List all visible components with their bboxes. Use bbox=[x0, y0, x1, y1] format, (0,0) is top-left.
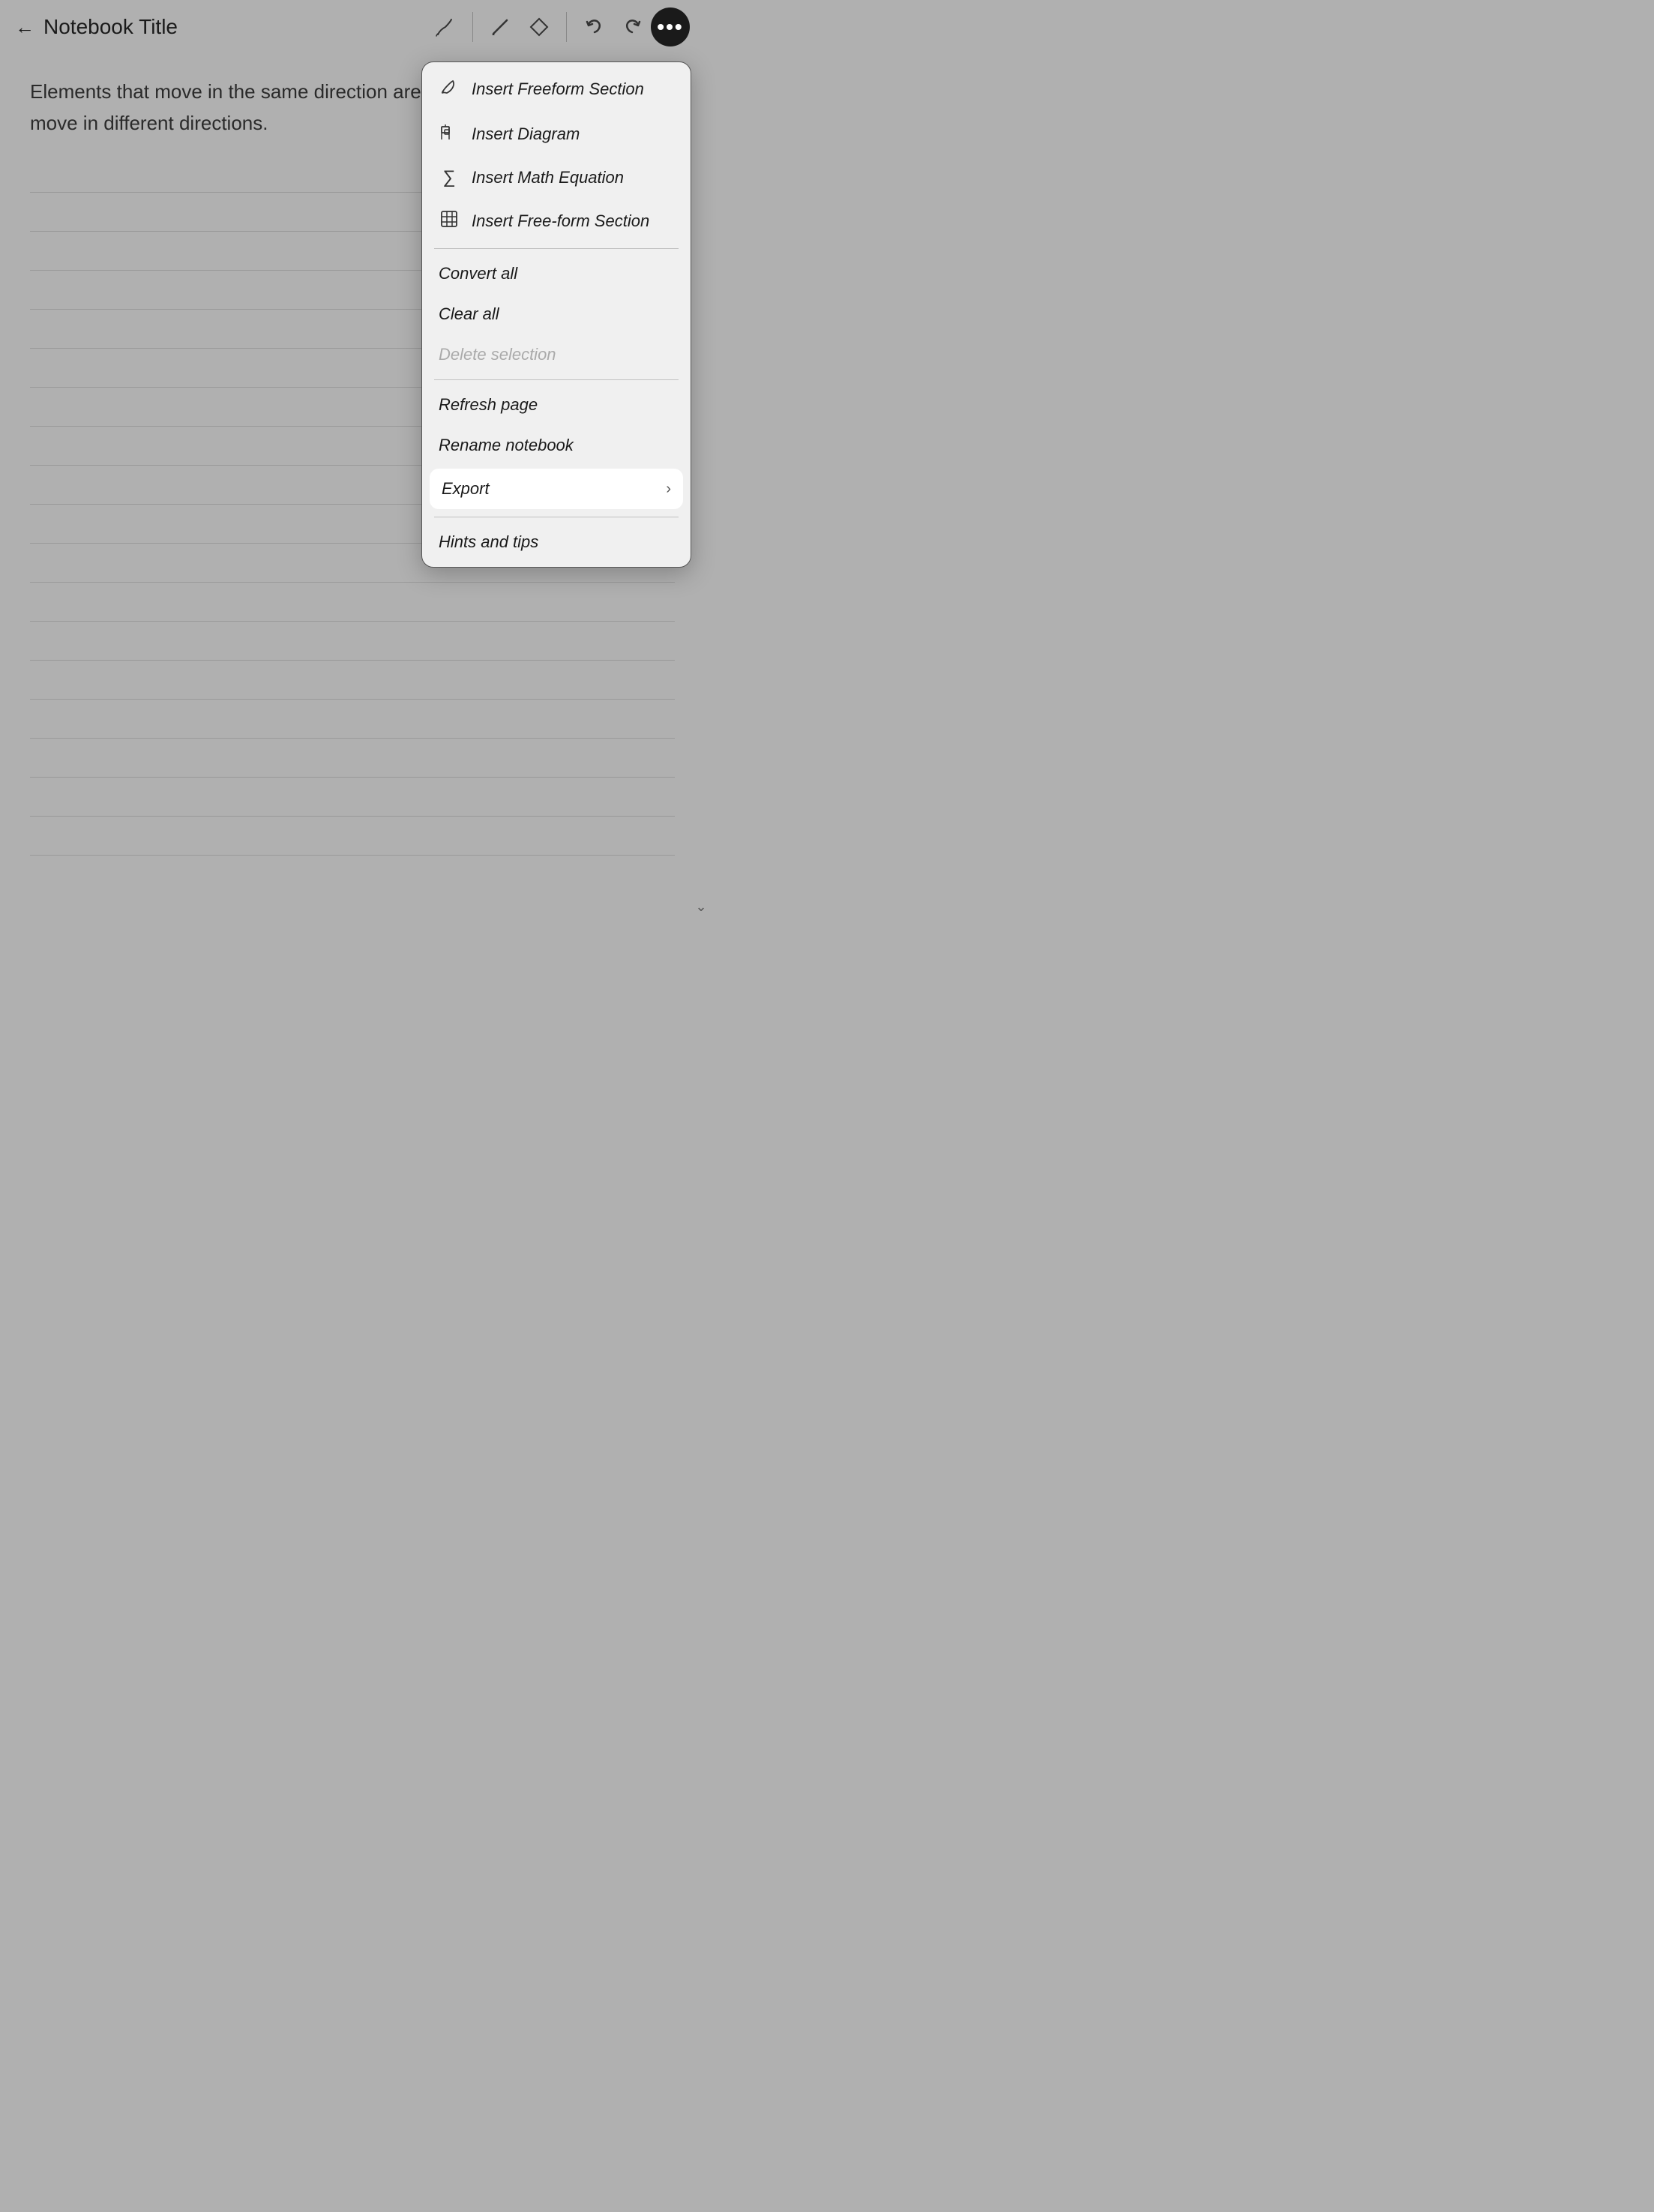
menu-section-help: Hints and tips bbox=[422, 517, 691, 567]
menu-item-rename-notebook-label: Rename notebook bbox=[439, 436, 574, 455]
menu-item-clear-all-label: Clear all bbox=[439, 304, 499, 324]
menu-item-convert-all-label: Convert all bbox=[439, 264, 517, 283]
redo-button[interactable] bbox=[615, 9, 651, 45]
menu-item-insert-freeform-section2-label: Insert Free-form Section bbox=[472, 211, 649, 231]
menu-item-insert-freeform-section2[interactable]: Insert Free-form Section bbox=[422, 199, 691, 244]
grid-icon bbox=[439, 209, 460, 233]
menu-item-hints-and-tips-label: Hints and tips bbox=[439, 532, 538, 552]
ruled-line bbox=[30, 817, 675, 856]
menu-item-export-label: Export bbox=[442, 479, 490, 499]
menu-item-insert-diagram[interactable]: Insert Diagram bbox=[422, 112, 691, 157]
menu-item-refresh-page-label: Refresh page bbox=[439, 395, 538, 415]
menu-section-actions: Convert all Clear all Delete selection bbox=[422, 249, 691, 379]
ruled-line bbox=[30, 583, 675, 622]
toolbar-divider-2 bbox=[566, 12, 567, 42]
ruled-line bbox=[30, 622, 675, 661]
ruled-line bbox=[30, 700, 675, 739]
toolbar: ← Notebook Title bbox=[0, 0, 705, 54]
freeform-icon bbox=[439, 77, 460, 101]
menu-item-delete-selection[interactable]: Delete selection bbox=[422, 334, 691, 375]
context-menu: Insert Freeform Section Insert Diagram ∑… bbox=[421, 61, 691, 568]
ruled-line bbox=[30, 778, 675, 817]
menu-item-convert-all[interactable]: Convert all bbox=[422, 253, 691, 294]
toolbar-divider-1 bbox=[472, 12, 473, 42]
toolbar-left: ← Notebook Title bbox=[15, 15, 427, 39]
ruled-line bbox=[30, 739, 675, 778]
pen-tool-button[interactable] bbox=[482, 9, 518, 45]
more-options-button[interactable]: ••• bbox=[651, 7, 690, 46]
scroll-down-arrow: ⌄ bbox=[695, 899, 706, 915]
menu-item-rename-notebook[interactable]: Rename notebook bbox=[422, 425, 691, 466]
scroll-indicator: ⌄ bbox=[699, 54, 703, 922]
menu-item-insert-math-equation-label: Insert Math Equation bbox=[472, 168, 624, 187]
undo-button[interactable] bbox=[576, 9, 612, 45]
menu-item-insert-freeform-section[interactable]: Insert Freeform Section bbox=[422, 67, 691, 112]
menu-item-export[interactable]: Export › bbox=[430, 469, 683, 509]
menu-item-insert-diagram-label: Insert Diagram bbox=[472, 124, 580, 144]
back-button[interactable]: ← bbox=[15, 16, 34, 39]
menu-item-insert-freeform-section-label: Insert Freeform Section bbox=[472, 79, 644, 99]
handwriting-mode-button[interactable] bbox=[427, 9, 463, 45]
menu-item-clear-all[interactable]: Clear all bbox=[422, 294, 691, 334]
menu-item-refresh-page[interactable]: Refresh page bbox=[422, 385, 691, 425]
menu-item-delete-selection-label: Delete selection bbox=[439, 345, 556, 364]
menu-item-insert-math-equation[interactable]: ∑ Insert Math Equation bbox=[422, 157, 691, 199]
menu-section-notebook: Refresh page Rename notebook Export › bbox=[422, 380, 691, 517]
diagram-icon bbox=[439, 122, 460, 146]
sigma-icon: ∑ bbox=[439, 167, 460, 188]
ruled-line bbox=[30, 661, 675, 700]
chevron-right-icon: › bbox=[666, 481, 671, 498]
toolbar-center bbox=[427, 9, 651, 45]
eraser-tool-button[interactable] bbox=[521, 9, 557, 45]
menu-section-insert: Insert Freeform Section Insert Diagram ∑… bbox=[422, 62, 691, 248]
notebook-title: Notebook Title bbox=[43, 15, 178, 39]
menu-item-hints-and-tips[interactable]: Hints and tips bbox=[422, 522, 691, 562]
more-dots-icon: ••• bbox=[657, 16, 683, 37]
toolbar-right: ••• bbox=[651, 7, 690, 46]
